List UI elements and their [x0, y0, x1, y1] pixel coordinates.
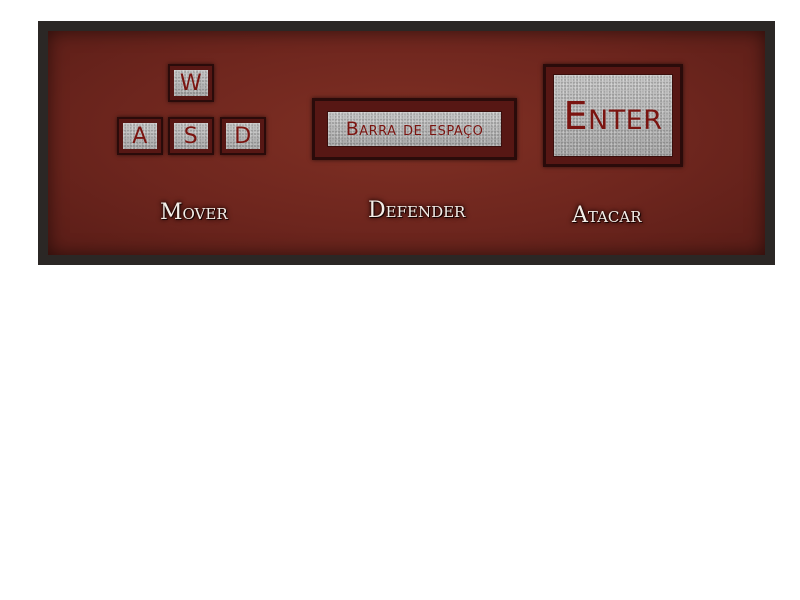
key-w: W [168, 64, 214, 102]
key-w-label: W [174, 70, 208, 96]
key-d: D [220, 117, 266, 155]
key-spacebar: Barra de espaço [312, 98, 517, 160]
key-a-label: A [123, 123, 157, 149]
key-enter-label: Enter [553, 74, 673, 157]
key-d-label: D [226, 123, 260, 149]
key-s-label: S [174, 123, 208, 149]
caption-mover: Mover [160, 200, 228, 225]
caption-defender: Defender [368, 198, 466, 223]
key-spacebar-label: Barra de espaço [327, 111, 502, 147]
caption-atacar: Atacar [572, 203, 642, 228]
key-enter: Enter [543, 64, 683, 167]
key-a: A [117, 117, 163, 155]
key-s: S [168, 117, 214, 155]
